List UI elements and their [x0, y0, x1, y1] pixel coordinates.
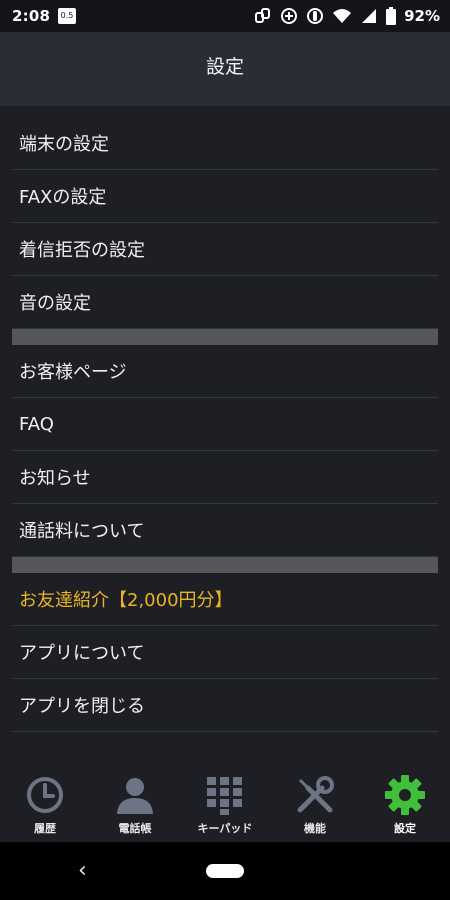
sim-icon: 0.5: [58, 8, 76, 24]
status-bar: 2:08 0.5 92%: [0, 0, 450, 32]
eye-icon: [307, 8, 324, 24]
tab-label: 機能: [304, 822, 326, 835]
home-pill-button[interactable]: [206, 864, 244, 878]
menu-item-friend-referral[interactable]: お友達紹介【2,000円分】: [12, 573, 438, 626]
gear-icon: [385, 775, 425, 815]
tab-keypad[interactable]: キーパッド: [180, 760, 270, 842]
section-divider: [12, 557, 438, 573]
menu-item-customer-page[interactable]: お客様ページ: [12, 345, 438, 398]
tab-label: 電話帳: [118, 822, 152, 835]
wifi-icon: [333, 9, 352, 23]
system-nav-bar: ‹: [0, 842, 450, 900]
tab-settings[interactable]: 設定: [360, 760, 450, 842]
bottom-tab-bar: 履歴 電話帳 キーパッド 機能 設定: [0, 760, 450, 842]
tab-label: 設定: [394, 822, 416, 835]
settings-menu: 端末の設定 FAXの設定 着信拒否の設定 音の設定 お客様ページ FAQ お知ら…: [0, 117, 450, 732]
clock-icon: [27, 777, 63, 813]
link-icon: [255, 8, 271, 23]
menu-item-sound-settings[interactable]: 音の設定: [12, 276, 438, 329]
menu-item-faq[interactable]: FAQ: [12, 398, 438, 451]
data-saver-icon: [281, 8, 298, 24]
tab-history[interactable]: 履歴: [0, 760, 90, 842]
menu-item-call-block-settings[interactable]: 着信拒否の設定: [12, 223, 438, 276]
menu-item-fax-settings[interactable]: FAXの設定: [12, 170, 438, 223]
tab-phonebook[interactable]: 電話帳: [90, 760, 180, 842]
menu-item-close-app[interactable]: アプリを閉じる: [12, 679, 438, 732]
menu-item-about-app[interactable]: アプリについて: [12, 626, 438, 679]
menu-item-device-settings[interactable]: 端末の設定: [12, 117, 438, 170]
tab-label: 履歴: [34, 822, 56, 835]
menu-item-call-rates[interactable]: 通話料について: [12, 504, 438, 557]
tab-label: キーパッド: [197, 822, 253, 835]
status-time: 2:08: [12, 7, 51, 25]
app-header: 設定: [0, 32, 450, 106]
signal-icon: [362, 9, 377, 23]
status-icons: 92%: [254, 5, 440, 27]
battery-icon: [386, 7, 397, 25]
back-icon[interactable]: ‹: [78, 860, 87, 882]
menu-item-notices[interactable]: お知らせ: [12, 451, 438, 504]
tools-icon: [297, 776, 334, 813]
battery-percent: 92%: [404, 7, 440, 25]
tab-features[interactable]: 機能: [270, 760, 360, 842]
page-title: 設定: [205, 56, 244, 78]
keypad-icon: [207, 777, 242, 815]
section-divider: [12, 329, 438, 345]
person-icon: [117, 778, 153, 814]
